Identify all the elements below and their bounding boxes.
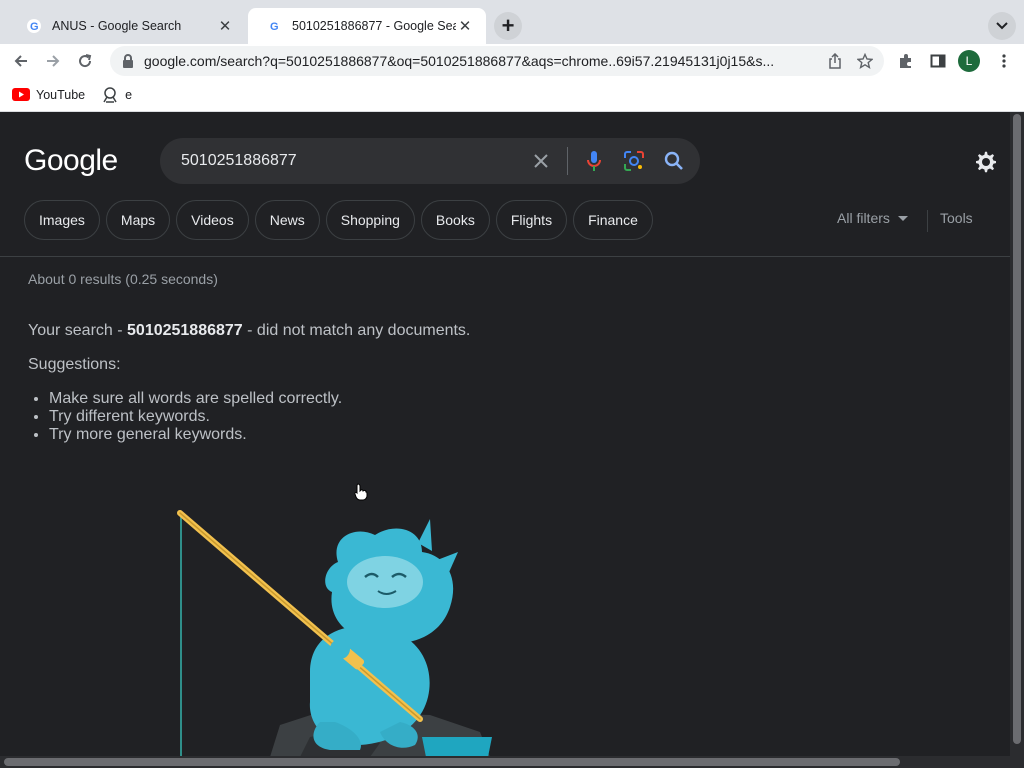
tab-current-search[interactable]: G 5010251886877 - Google Sear ✕ xyxy=(248,8,486,44)
url-text: google.com/search?q=5010251886877&oq=501… xyxy=(144,53,775,69)
google-favicon-icon: G xyxy=(267,19,281,33)
tools-button[interactable]: Tools xyxy=(940,210,973,226)
profile-avatar[interactable]: L xyxy=(958,50,980,72)
tab-title: 5010251886877 - Google Sear xyxy=(292,19,456,33)
vertical-scrollbar[interactable] xyxy=(1010,112,1024,756)
suggestion-item: Make sure all words are spelled correctl… xyxy=(49,390,342,408)
back-button[interactable] xyxy=(8,48,34,74)
hand-cursor-icon xyxy=(354,483,368,501)
chip-videos[interactable]: Videos xyxy=(176,200,249,240)
new-tab-button[interactable]: + xyxy=(494,12,522,40)
arrow-right-icon xyxy=(47,55,60,67)
caret-down-icon xyxy=(897,215,908,221)
search-box[interactable]: 5010251886877 xyxy=(160,138,700,184)
chip-flights[interactable]: Flights xyxy=(495,200,568,240)
share-icon[interactable] xyxy=(824,50,846,72)
tab-search-button[interactable] xyxy=(988,12,1016,40)
tab-title: ANUS - Google Search xyxy=(52,19,182,33)
filters-divider xyxy=(927,210,928,232)
all-filters-label: All filters xyxy=(837,210,890,226)
svg-text:G: G xyxy=(270,21,279,33)
chip-books[interactable]: Books xyxy=(420,200,490,240)
google-logo[interactable]: Google xyxy=(24,144,118,178)
no-match-message: Your search - 5010251886877 - did not ma… xyxy=(28,322,470,340)
suggestions-list: Make sure all words are spelled correctl… xyxy=(49,390,342,444)
suggestions-heading: Suggestions: xyxy=(28,356,121,373)
tab-close-icon[interactable]: ✕ xyxy=(456,17,474,35)
vertical-scrollbar-thumb[interactable] xyxy=(1013,114,1021,744)
header-divider xyxy=(0,256,1010,257)
tab-strip: G ANUS - Google Search ✕ G 5010251886877… xyxy=(0,0,1024,44)
kebab-menu-icon xyxy=(1002,54,1006,68)
search-icon[interactable] xyxy=(660,147,688,175)
horizontal-scrollbar[interactable] xyxy=(0,756,1024,768)
chip-news[interactable]: News xyxy=(254,200,320,240)
result-stats: About 0 results (0.25 seconds) xyxy=(28,271,218,287)
gear-icon xyxy=(976,151,996,173)
forward-button[interactable] xyxy=(40,48,66,74)
no-match-prefix: Your search - xyxy=(28,322,128,339)
side-panel-button[interactable] xyxy=(926,49,950,73)
camera-lens-icon[interactable] xyxy=(620,147,648,175)
chip-shopping[interactable]: Shopping xyxy=(325,200,415,240)
microphone-icon[interactable] xyxy=(580,147,608,175)
horizontal-scrollbar-thumb[interactable] xyxy=(4,758,900,766)
extensions-button[interactable] xyxy=(894,49,918,73)
lock-icon xyxy=(123,54,133,68)
no-match-suffix: - did not match any documents. xyxy=(242,322,471,339)
youtube-icon xyxy=(12,88,30,101)
extension-bookmark-icon xyxy=(103,86,117,103)
no-match-query: 5010251886877 xyxy=(127,322,243,339)
browser-menu-button[interactable] xyxy=(992,49,1016,73)
search-divider xyxy=(567,147,568,175)
chip-images[interactable]: Images xyxy=(24,200,100,240)
clear-icon[interactable] xyxy=(527,147,555,175)
search-filter-chips: Images Maps Videos News Shopping Books F… xyxy=(24,200,659,240)
reload-icon xyxy=(79,54,92,68)
tab-anus-search[interactable]: G ANUS - Google Search ✕ xyxy=(8,8,246,44)
bookmark-label: YouTube xyxy=(36,87,86,102)
bookmark-youtube[interactable]: YouTube xyxy=(12,88,85,102)
bookmarks-bar: YouTube e xyxy=(0,78,1024,112)
search-input[interactable]: 5010251886877 xyxy=(181,152,527,170)
browser-toolbar: google.com/search?q=5010251886877&oq=501… xyxy=(0,44,1024,78)
bookmark-e[interactable]: e xyxy=(101,86,133,103)
suggestion-item: Try different keywords. xyxy=(49,408,342,426)
reload-button[interactable] xyxy=(72,48,98,74)
bookmark-label: e xyxy=(125,87,133,102)
chip-maps[interactable]: Maps xyxy=(105,200,171,240)
all-filters-button[interactable]: All filters xyxy=(837,210,908,226)
side-panel-icon xyxy=(930,54,946,68)
fishing-mascot-illustration xyxy=(177,510,492,757)
tab-close-icon[interactable]: ✕ xyxy=(216,17,234,35)
chevron-down-icon xyxy=(996,22,1008,30)
settings-button[interactable] xyxy=(972,148,1000,176)
address-bar[interactable]: google.com/search?q=5010251886877&oq=501… xyxy=(110,46,884,76)
svg-text:G: G xyxy=(30,21,39,33)
search-results-page: Google 5010251886877 Images Maps Videos … xyxy=(0,112,1010,757)
arrow-left-icon xyxy=(14,55,27,67)
puzzle-icon xyxy=(900,54,911,68)
bookmark-star-icon[interactable] xyxy=(854,50,876,72)
google-favicon-icon: G xyxy=(27,19,41,33)
chip-finance[interactable]: Finance xyxy=(573,200,653,240)
suggestion-item: Try more general keywords. xyxy=(49,426,342,444)
